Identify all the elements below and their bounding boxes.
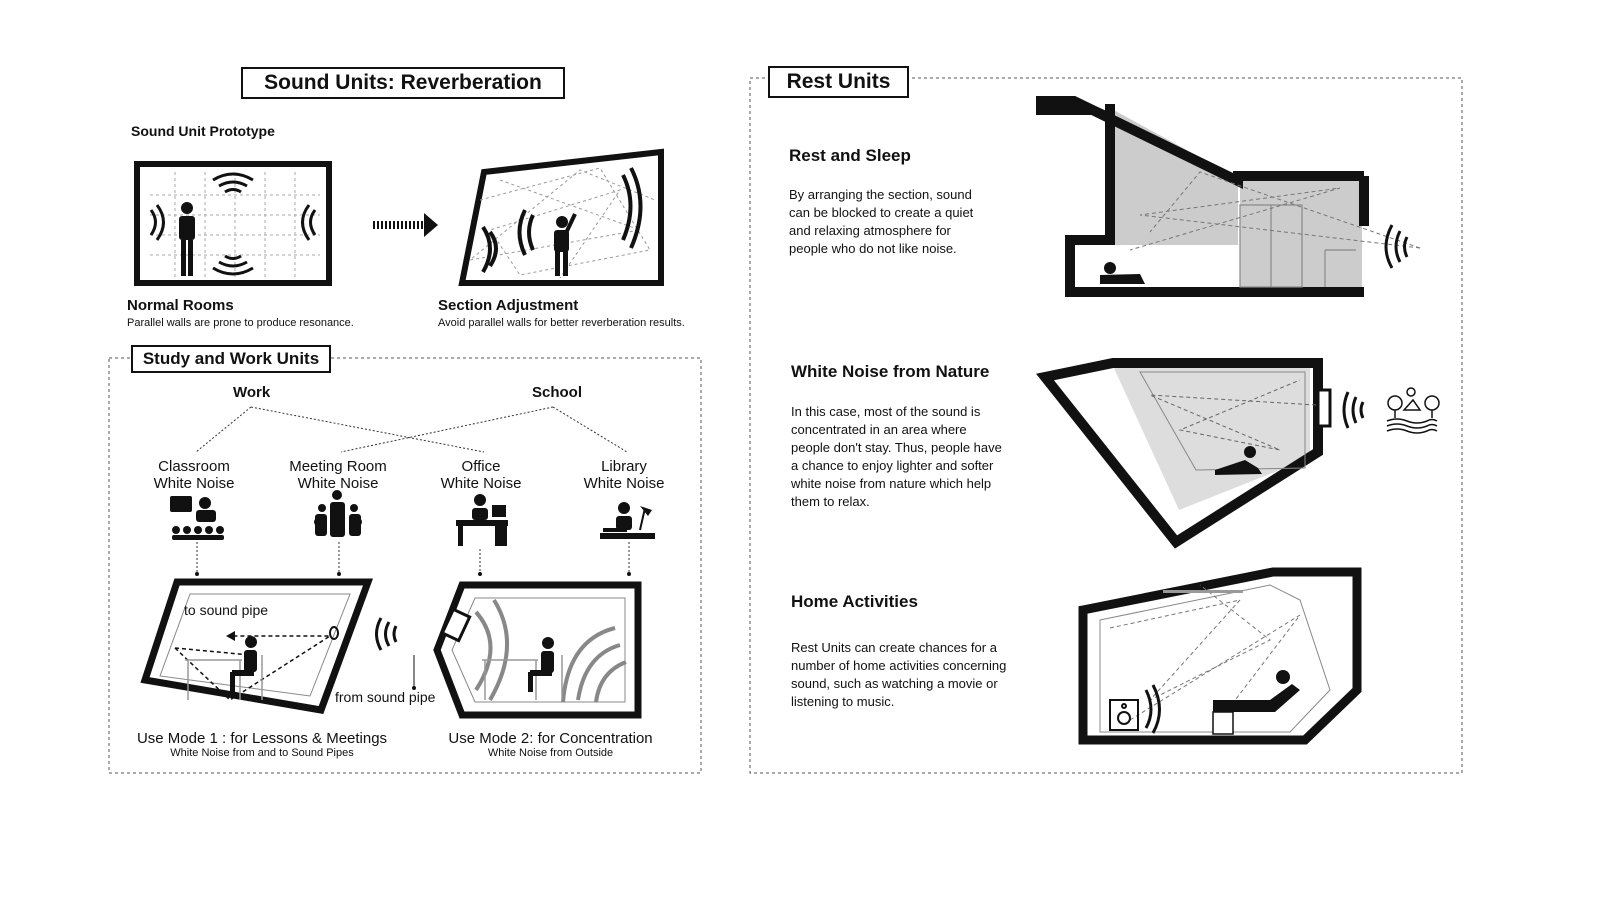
grouping-lines xyxy=(195,406,630,574)
study-work-title: Study and Work Units xyxy=(131,345,331,373)
noise-type-line1: Office xyxy=(461,458,501,475)
mode2-title: Use Mode 2: for Concentration xyxy=(448,730,653,747)
noise-type-line2: White Noise xyxy=(153,475,235,492)
rest-sleep-text: By arranging the section, sound can be b… xyxy=(789,187,974,256)
noise-type-meeting: Meeting Room White Noise xyxy=(278,458,398,492)
noise-type-library: Library White Noise xyxy=(574,458,674,492)
home-activities-text: Rest Units can create chances for a numb… xyxy=(791,640,1007,709)
mode2-subtitle: White Noise from Outside xyxy=(487,747,614,759)
arrow-right-icon xyxy=(373,213,438,237)
rest-sleep-section-diagram xyxy=(1036,96,1421,297)
meeting-icon xyxy=(314,490,362,537)
nature-section-diagram xyxy=(1036,358,1440,549)
adjusted-room-diagram xyxy=(458,148,664,286)
classroom-icon xyxy=(170,496,224,540)
mode1-subtitle: White Noise from and to Sound Pipes xyxy=(170,747,354,759)
noise-type-line1: Meeting Room xyxy=(289,458,387,475)
nature-icon xyxy=(1386,387,1440,434)
to-sound-pipe-label: to sound pipe xyxy=(184,602,269,618)
mode2-room-diagram xyxy=(433,581,642,719)
group-school-label: School xyxy=(532,384,583,401)
nature-heading: White Noise from Nature xyxy=(791,362,990,381)
office-desk-icon xyxy=(456,494,508,546)
normal-rooms-caption: Parallel walls are prone to produce reso… xyxy=(127,317,354,329)
noise-type-line1: Classroom xyxy=(158,458,230,475)
rest-sleep-heading: Rest and Sleep xyxy=(789,146,911,165)
group-work-label: Work xyxy=(233,384,271,401)
normal-room-diagram xyxy=(134,161,332,286)
noise-type-line1: Library xyxy=(601,458,647,475)
normal-rooms-heading: Normal Rooms xyxy=(127,297,234,314)
noise-type-line2: White Noise xyxy=(583,475,665,492)
home-activities-heading: Home Activities xyxy=(791,592,918,611)
library-reading-icon xyxy=(600,502,655,539)
noise-type-classroom: Classroom White Noise xyxy=(144,458,244,492)
home-activities-diagram xyxy=(1078,567,1362,745)
mode1-title: Use Mode 1 : for Lessons & Meetings xyxy=(136,730,388,747)
section-adjustment-heading: Section Adjustment xyxy=(438,297,579,314)
section-adjustment-caption: Avoid parallel walls for better reverber… xyxy=(438,317,685,329)
noise-type-line2: White Noise xyxy=(297,475,379,492)
lying-person-icon xyxy=(1100,262,1145,284)
nature-text: In this case, most of the sound is conce… xyxy=(791,404,1002,509)
noise-type-office: Office White Noise xyxy=(431,458,531,492)
rest-units-title: Rest Units xyxy=(768,66,909,98)
noise-type-line2: White Noise xyxy=(440,475,522,492)
from-sound-pipe-label: from sound pipe xyxy=(335,689,436,705)
